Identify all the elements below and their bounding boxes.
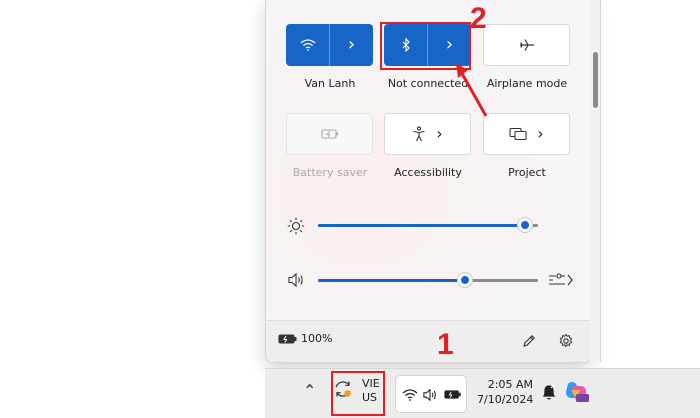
project-tile-label: Project [508,166,546,179]
step-1-label: 1 [437,328,454,361]
quick-settings-tray-button[interactable] [395,375,467,413]
volume-slider-fill [318,279,465,282]
copilot-icon[interactable] [562,378,590,406]
accessibility-tile-label: Accessibility [394,166,462,179]
wifi-expand-button[interactable]: › [330,24,373,66]
brightness-slider-fill [318,224,525,227]
brightness-icon [287,217,305,235]
notification-bell-icon[interactable] [542,383,556,401]
step-2-label: 2 [470,2,487,35]
project-icon [509,127,527,141]
volume-slider-thumb[interactable] [458,273,472,287]
battery-percentage: 100% [301,332,333,345]
brightness-slider-thumb[interactable] [518,218,532,232]
airplane-mode-tile-label: Airplane mode [486,77,568,90]
wifi-tile-label: Van Lanh [304,77,356,90]
annotation-arrow [456,63,488,117]
battery-saver-tile[interactable] [286,113,373,155]
chevron-right-icon: › [537,124,544,143]
accessibility-icon [413,126,425,142]
clock-time: 2:05 AM [487,378,533,391]
speaker-icon[interactable] [287,272,305,288]
project-tile[interactable]: › [483,113,570,155]
wifi-icon [300,39,315,51]
quick-settings-footer: 100% [266,320,591,362]
gear-icon[interactable] [558,333,574,349]
wifi-icon [402,389,418,401]
clock-date: 7/10/2024 [477,393,534,406]
battery-icon [444,390,461,399]
audio-output-icon[interactable] [548,271,574,289]
battery-icon [278,333,297,344]
screen: › Van Lanh › Not connected Airplane mode [0,0,700,418]
pencil-icon[interactable] [521,333,537,349]
speaker-icon [423,388,436,402]
battery-saver-tile-label: Battery saver [292,166,368,179]
clock[interactable]: 2:05 AM 7/10/2024 [477,377,533,407]
chevron-up-icon[interactable]: ⌃ [303,381,316,400]
chevron-right-icon: › [436,124,443,143]
airplane-icon [519,39,534,51]
wifi-toggle[interactable] [286,24,329,66]
wifi-tile[interactable]: › [286,24,373,66]
battery-saver-icon [320,129,338,139]
quick-settings-scrollbar-thumb[interactable] [593,52,598,108]
copilot-logo-icon [566,382,589,402]
battery-status[interactable]: 100% [278,332,332,345]
language-tray-highlight-box [331,371,385,416]
chevron-right-icon: › [347,34,356,55]
airplane-mode-tile[interactable] [483,24,570,66]
